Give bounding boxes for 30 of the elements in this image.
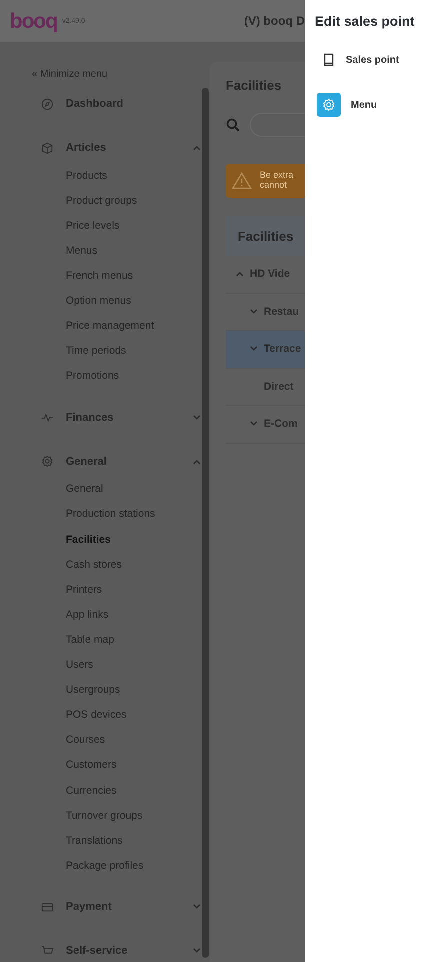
caret-icon[interactable] (250, 308, 258, 315)
box-icon (41, 142, 54, 154)
caret-icon[interactable] (236, 271, 244, 278)
card-header: Facilities (226, 216, 305, 256)
tree-item[interactable]: Terrace (264, 343, 302, 356)
panel-title: Edit sales point (315, 14, 416, 29)
panel-item[interactable]: Sales point (346, 54, 400, 66)
search-field[interactable] (250, 113, 305, 137)
logo: booq (10, 10, 58, 32)
warning-text: Be extra cannot (260, 171, 294, 191)
gear-icon (41, 455, 54, 468)
page-title: Facilities (226, 78, 282, 93)
scrollbar[interactable] (202, 88, 209, 958)
card-icon (41, 900, 54, 914)
venue-name: (V) booq D (244, 14, 305, 28)
caret-icon[interactable] (250, 421, 258, 428)
panel-item[interactable]: Menu (351, 100, 378, 110)
caret-icon[interactable] (193, 458, 201, 465)
gear-icon[interactable] (317, 93, 341, 117)
caret-icon[interactable] (193, 948, 201, 954)
nav-item[interactable]: Facilities (66, 534, 111, 546)
warning-icon (232, 172, 252, 190)
search-icon (226, 118, 240, 132)
caret-icon[interactable] (250, 346, 258, 352)
pulse-icon (41, 411, 54, 424)
caret-icon[interactable] (193, 904, 201, 910)
caret-icon[interactable] (193, 414, 201, 421)
caret-icon[interactable] (193, 145, 201, 151)
book-icon[interactable] (322, 53, 336, 67)
compass-icon (41, 98, 54, 110)
